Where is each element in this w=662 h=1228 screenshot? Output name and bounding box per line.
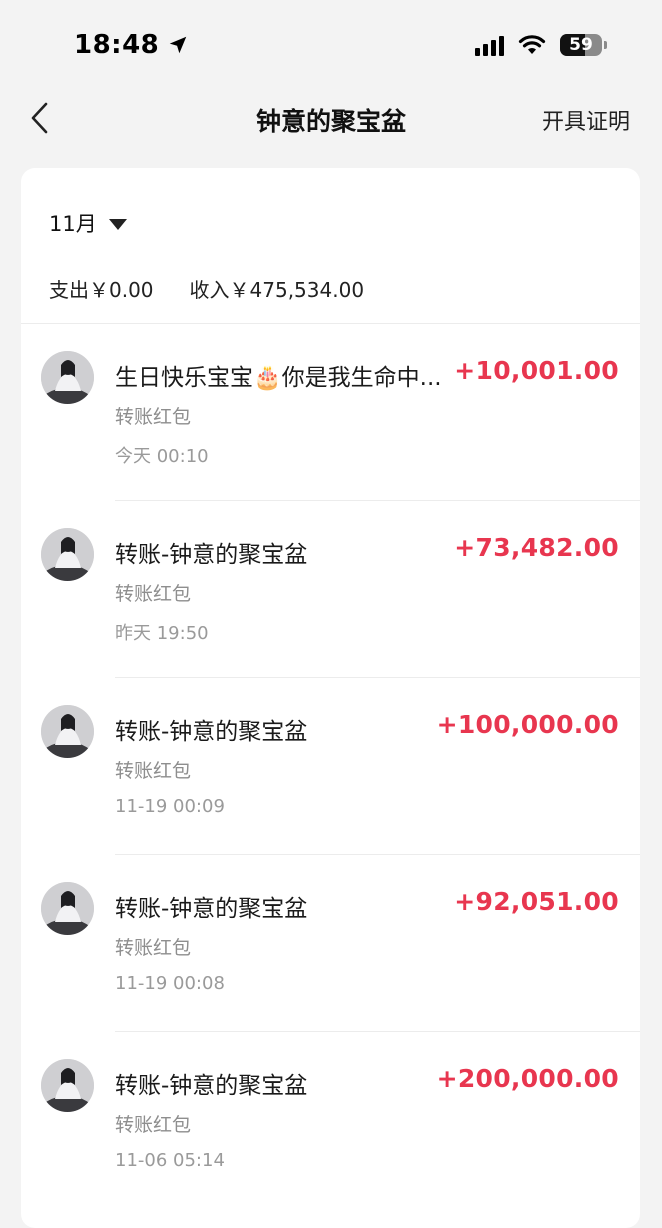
avatar <box>41 882 94 935</box>
transaction-type: 转账红包 <box>115 406 192 428</box>
issue-certificate-button[interactable]: 开具证明 <box>542 104 630 136</box>
month-label: 11月 <box>49 212 97 236</box>
battery-tip <box>604 41 607 49</box>
transaction-type: 转账红包 <box>115 1114 192 1136</box>
avatar <box>41 705 94 758</box>
status-bar: 18:48 59 <box>0 0 662 96</box>
transaction-amount: +92,051.00 <box>454 887 619 916</box>
transaction-title: 转账-钟意的聚宝盆 <box>115 896 308 922</box>
avatar <box>41 351 94 404</box>
transaction-type: 转账红包 <box>115 937 192 959</box>
location-arrow-icon <box>170 36 187 54</box>
avatar <box>41 528 94 581</box>
transaction-title: 转账-钟意的聚宝盆 <box>115 1073 308 1099</box>
transaction-amount: +10,001.00 <box>454 356 619 385</box>
income-total: 收入￥475,534.00 <box>189 278 365 302</box>
month-summary: 支出￥0.00 收入￥475,534.00 <box>49 274 364 303</box>
status-indicators: 59 <box>475 34 607 56</box>
transaction-amount: +73,482.00 <box>454 533 619 562</box>
month-selector[interactable]: 11月 <box>49 208 127 238</box>
transaction-time: 昨天 19:50 <box>115 623 209 644</box>
transaction-time: 11-19 00:08 <box>115 973 225 994</box>
transaction-row[interactable]: 转账-钟意的聚宝盆 转账红包 11-19 00:08 +92,051.00 <box>21 855 640 1032</box>
expense-total: 支出￥0.00 <box>49 278 154 302</box>
transaction-title: 转账-钟意的聚宝盆 <box>115 542 308 568</box>
transaction-row[interactable]: 转账-钟意的聚宝盆 转账红包 11-06 05:14 +200,000.00 <box>21 1032 640 1209</box>
transaction-title: 转账-钟意的聚宝盆 <box>115 719 308 745</box>
avatar <box>41 1059 94 1112</box>
transactions-card: 11月 支出￥0.00 收入￥475,534.00 生日快乐宝宝🎂你是我生命中.… <box>21 168 640 1228</box>
transaction-time: 今天 00:10 <box>115 446 209 467</box>
wifi-icon <box>518 35 546 54</box>
cellular-signal-icon <box>475 34 504 56</box>
battery-level-text: 59 <box>569 35 593 55</box>
nav-bar: 钟意的聚宝盆 开具证明 <box>0 96 662 142</box>
transaction-type: 转账红包 <box>115 583 192 605</box>
transaction-time: 11-06 05:14 <box>115 1150 225 1171</box>
transaction-row[interactable]: 生日快乐宝宝🎂你是我生命中... 转账红包 今天 00:10 +10,001.0… <box>21 324 640 501</box>
transaction-row[interactable]: 转账-钟意的聚宝盆 转账红包 11-19 00:09 +100,000.00 <box>21 678 640 855</box>
caret-down-icon <box>108 218 127 230</box>
battery-icon: 59 <box>560 34 607 56</box>
transaction-time: 11-19 00:09 <box>115 796 225 817</box>
transaction-list: 生日快乐宝宝🎂你是我生命中... 转账红包 今天 00:10 +10,001.0… <box>21 324 640 1209</box>
transaction-row[interactable]: 转账-钟意的聚宝盆 转账红包 昨天 19:50 +73,482.00 <box>21 501 640 678</box>
status-time-group: 18:48 <box>74 30 189 60</box>
transaction-amount: +200,000.00 <box>436 1064 619 1093</box>
transaction-amount: +100,000.00 <box>436 710 619 739</box>
transaction-title: 生日快乐宝宝🎂你是我生命中... <box>115 365 442 391</box>
transaction-type: 转账红包 <box>115 760 192 782</box>
status-time: 18:48 <box>74 30 160 60</box>
